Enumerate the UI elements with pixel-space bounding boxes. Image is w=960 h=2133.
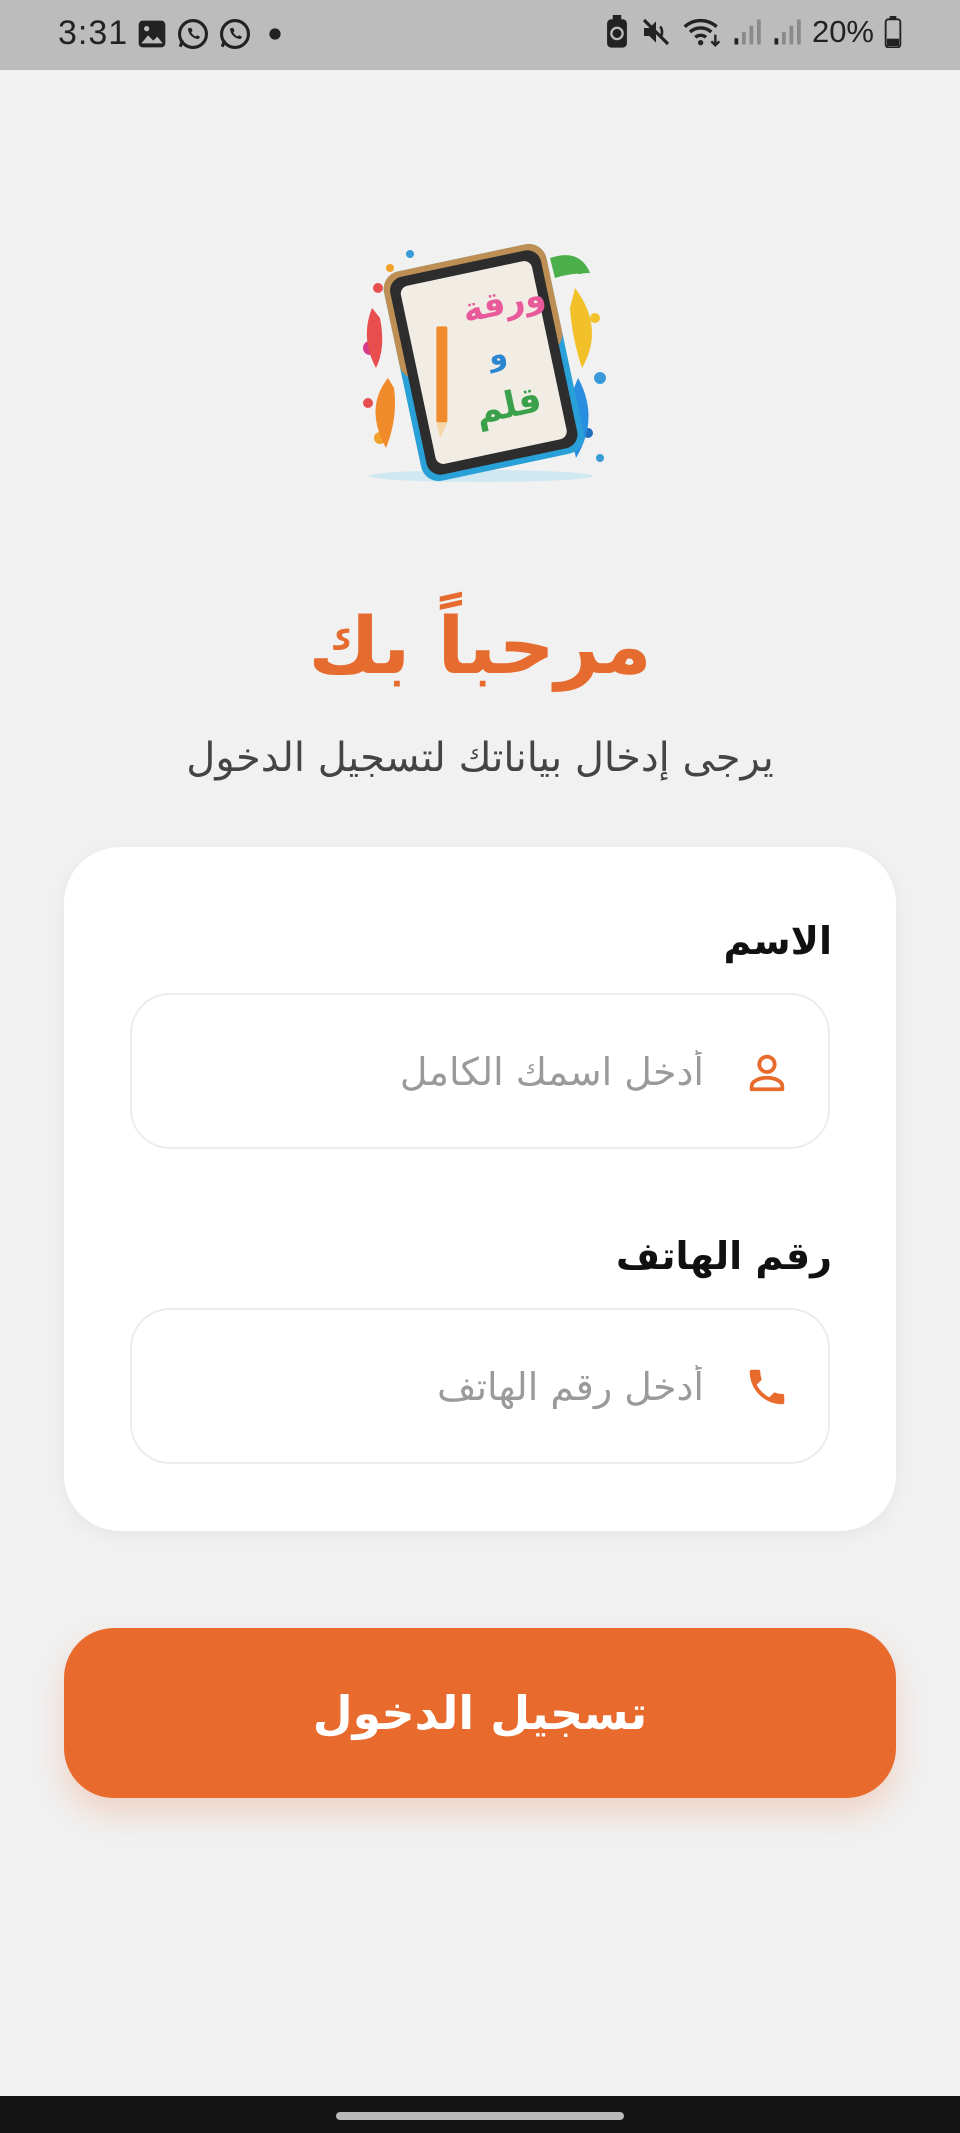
name-input[interactable]	[162, 995, 706, 1149]
signal-icon	[772, 17, 802, 47]
mute-icon	[640, 16, 672, 48]
phone-field-label: رقم الهاتف	[616, 1234, 832, 1278]
name-field-label: الاسم	[723, 919, 833, 963]
system-nav-bar	[0, 2096, 960, 2133]
status-time: 3:31	[58, 14, 129, 52]
whatsapp-icon	[176, 17, 210, 51]
name-input-container[interactable]	[130, 993, 830, 1149]
system-status: 20%	[604, 14, 902, 50]
person-icon	[744, 1049, 790, 1095]
page-title: مرحباً بك	[308, 602, 652, 692]
battery-icon	[884, 16, 902, 48]
status-bar: 3:31 20%	[0, 0, 960, 70]
login-button[interactable]: تسجيل الدخول	[64, 1628, 896, 1798]
login-form-card: الاسم رقم الهاتف	[64, 847, 896, 1531]
battery-percentage: 20%	[811, 14, 874, 49]
whatsapp-icon	[218, 17, 252, 51]
app-logo: ورقة و قلم	[350, 228, 612, 490]
signal-icon	[732, 17, 762, 47]
data-saver-icon	[604, 15, 630, 49]
page-subtitle: يرجى إدخال بياناتك لتسجيل الدخول	[186, 735, 774, 781]
wifi-icon	[682, 16, 722, 48]
phone-input-container[interactable]	[130, 1308, 830, 1464]
gallery-icon	[136, 18, 168, 50]
home-indicator[interactable]	[336, 2112, 624, 2120]
dot-icon	[260, 19, 290, 49]
phone-icon	[744, 1364, 790, 1410]
phone-input[interactable]	[162, 1310, 706, 1464]
notification-icons	[136, 17, 290, 51]
